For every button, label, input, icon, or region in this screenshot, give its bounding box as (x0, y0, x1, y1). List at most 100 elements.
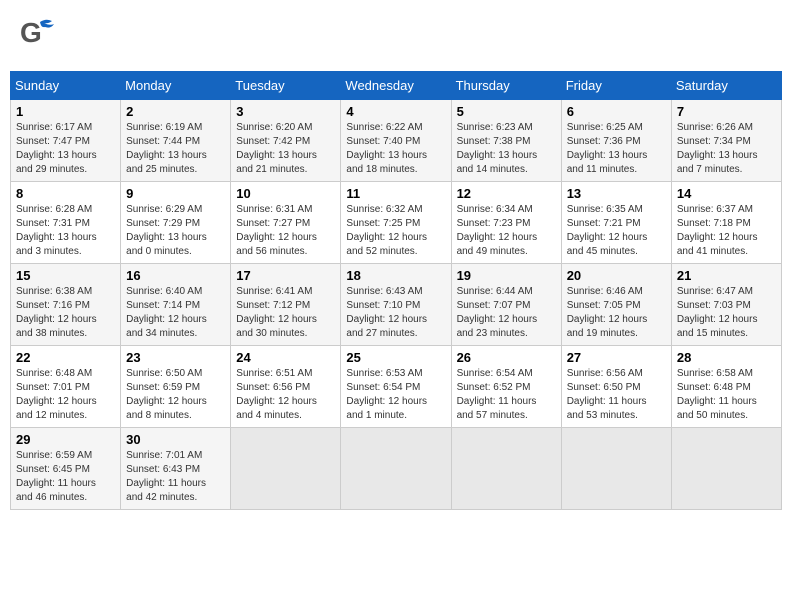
calendar-cell: 30 Sunrise: 7:01 AM Sunset: 6:43 PM Dayli… (121, 428, 231, 510)
weekday-header-wednesday: Wednesday (341, 72, 451, 100)
day-number: 25 (346, 350, 445, 365)
day-number: 18 (346, 268, 445, 283)
day-number: 2 (126, 104, 225, 119)
weekday-header-monday: Monday (121, 72, 231, 100)
day-info: Sunrise: 6:53 AM Sunset: 6:54 PM Dayligh… (346, 367, 445, 423)
day-info: Sunrise: 6:28 AM Sunset: 7:31 PM Dayligh… (16, 203, 115, 259)
weekday-header-thursday: Thursday (451, 72, 561, 100)
day-number: 5 (457, 104, 556, 119)
calendar-cell: 27 Sunrise: 6:56 AM Sunset: 6:50 PM Dayli… (561, 346, 671, 428)
day-number: 19 (457, 268, 556, 283)
calendar-cell: 8Sunrise: 6:28 AM Sunset: 7:31 PM Daylig… (11, 182, 121, 264)
calendar-cell: 10Sunrise: 6:31 AM Sunset: 7:27 PM Dayli… (231, 182, 341, 264)
weekday-header-friday: Friday (561, 72, 671, 100)
calendar-cell: 17 Sunrise: 6:41 AM Sunset: 7:12 PM Dayli… (231, 264, 341, 346)
weekday-header-row: SundayMondayTuesdayWednesdayThursdayFrid… (11, 72, 782, 100)
calendar-cell: 19 Sunrise: 6:44 AM Sunset: 7:07 PM Dayli… (451, 264, 561, 346)
day-info: Sunrise: 6:41 AM Sunset: 7:12 PM Dayligh… (236, 285, 335, 341)
day-info: Sunrise: 6:56 AM Sunset: 6:50 PM Dayligh… (567, 367, 666, 423)
calendar-cell: 9 Sunrise: 6:29 AM Sunset: 7:29 PM Daylig… (121, 182, 231, 264)
calendar-cell: 7Sunrise: 6:26 AM Sunset: 7:34 PM Daylig… (671, 100, 781, 182)
calendar-cell: 22 Sunrise: 6:48 AM Sunset: 7:01 PM Dayli… (11, 346, 121, 428)
day-info: Sunrise: 6:48 AM Sunset: 7:01 PM Dayligh… (16, 367, 115, 423)
calendar-cell: 20Sunrise: 6:46 AM Sunset: 7:05 PM Dayli… (561, 264, 671, 346)
calendar-week-row-1: 8Sunrise: 6:28 AM Sunset: 7:31 PM Daylig… (11, 182, 782, 264)
calendar-cell: 2 Sunrise: 6:19 AM Sunset: 7:44 PM Daylig… (121, 100, 231, 182)
day-info: Sunrise: 6:19 AM Sunset: 7:44 PM Dayligh… (126, 121, 225, 177)
day-number: 30 (126, 432, 225, 447)
calendar-cell: 1 Sunrise: 6:17 AM Sunset: 7:47 PM Daylig… (11, 100, 121, 182)
day-number: 28 (677, 350, 776, 365)
header: G (10, 10, 782, 63)
logo: G (18, 14, 62, 59)
calendar-cell: 18Sunrise: 6:43 AM Sunset: 7:10 PM Dayli… (341, 264, 451, 346)
day-info: Sunrise: 6:34 AM Sunset: 7:23 PM Dayligh… (457, 203, 556, 259)
calendar-cell: 28 Sunrise: 6:58 AM Sunset: 6:48 PM Dayli… (671, 346, 781, 428)
day-info: Sunrise: 6:17 AM Sunset: 7:47 PM Dayligh… (16, 121, 115, 177)
calendar-week-row-4: 29Sunrise: 6:59 AM Sunset: 6:45 PM Dayli… (11, 428, 782, 510)
day-info: Sunrise: 6:44 AM Sunset: 7:07 PM Dayligh… (457, 285, 556, 341)
day-info: Sunrise: 6:37 AM Sunset: 7:18 PM Dayligh… (677, 203, 776, 259)
day-number: 11 (346, 186, 445, 201)
calendar-table: SundayMondayTuesdayWednesdayThursdayFrid… (10, 71, 782, 510)
day-number: 9 (126, 186, 225, 201)
day-info: Sunrise: 7:01 AM Sunset: 6:43 PM Dayligh… (126, 449, 225, 505)
calendar-cell: 16 Sunrise: 6:40 AM Sunset: 7:14 PM Dayli… (121, 264, 231, 346)
day-number: 12 (457, 186, 556, 201)
day-number: 29 (16, 432, 115, 447)
day-info: Sunrise: 6:40 AM Sunset: 7:14 PM Dayligh… (126, 285, 225, 341)
calendar-cell: 5 Sunrise: 6:23 AM Sunset: 7:38 PM Daylig… (451, 100, 561, 182)
calendar-cell: 12 Sunrise: 6:34 AM Sunset: 7:23 PM Dayli… (451, 182, 561, 264)
day-info: Sunrise: 6:26 AM Sunset: 7:34 PM Dayligh… (677, 121, 776, 177)
calendar-week-row-2: 15 Sunrise: 6:38 AM Sunset: 7:16 PM Dayli… (11, 264, 782, 346)
day-number: 4 (346, 104, 445, 119)
calendar-cell: 13 Sunrise: 6:35 AM Sunset: 7:21 PM Dayli… (561, 182, 671, 264)
day-number: 14 (677, 186, 776, 201)
calendar-week-row-0: 1 Sunrise: 6:17 AM Sunset: 7:47 PM Daylig… (11, 100, 782, 182)
day-info: Sunrise: 6:20 AM Sunset: 7:42 PM Dayligh… (236, 121, 335, 177)
calendar-cell: 23Sunrise: 6:50 AM Sunset: 6:59 PM Dayli… (121, 346, 231, 428)
calendar-cell: 11 Sunrise: 6:32 AM Sunset: 7:25 PM Dayli… (341, 182, 451, 264)
day-number: 3 (236, 104, 335, 119)
calendar-cell: 21Sunrise: 6:47 AM Sunset: 7:03 PM Dayli… (671, 264, 781, 346)
day-info: Sunrise: 6:29 AM Sunset: 7:29 PM Dayligh… (126, 203, 225, 259)
day-number: 16 (126, 268, 225, 283)
logo-icon: G (18, 14, 58, 59)
day-number: 24 (236, 350, 335, 365)
calendar-cell: 26 Sunrise: 6:54 AM Sunset: 6:52 PM Dayli… (451, 346, 561, 428)
day-number: 17 (236, 268, 335, 283)
calendar-cell (671, 428, 781, 510)
calendar-cell (231, 428, 341, 510)
day-info: Sunrise: 6:23 AM Sunset: 7:38 PM Dayligh… (457, 121, 556, 177)
day-info: Sunrise: 6:47 AM Sunset: 7:03 PM Dayligh… (677, 285, 776, 341)
day-number: 27 (567, 350, 666, 365)
day-info: Sunrise: 6:54 AM Sunset: 6:52 PM Dayligh… (457, 367, 556, 423)
calendar-cell: 3 Sunrise: 6:20 AM Sunset: 7:42 PM Daylig… (231, 100, 341, 182)
day-info: Sunrise: 6:58 AM Sunset: 6:48 PM Dayligh… (677, 367, 776, 423)
calendar-cell: 25 Sunrise: 6:53 AM Sunset: 6:54 PM Dayli… (341, 346, 451, 428)
weekday-header-tuesday: Tuesday (231, 72, 341, 100)
calendar-cell: 24 Sunrise: 6:51 AM Sunset: 6:56 PM Dayli… (231, 346, 341, 428)
day-info: Sunrise: 6:51 AM Sunset: 6:56 PM Dayligh… (236, 367, 335, 423)
calendar-cell (451, 428, 561, 510)
calendar-cell (341, 428, 451, 510)
day-number: 26 (457, 350, 556, 365)
day-number: 13 (567, 186, 666, 201)
day-number: 1 (16, 104, 115, 119)
day-number: 6 (567, 104, 666, 119)
day-info: Sunrise: 6:32 AM Sunset: 7:25 PM Dayligh… (346, 203, 445, 259)
svg-text:G: G (20, 17, 42, 48)
day-info: Sunrise: 6:25 AM Sunset: 7:36 PM Dayligh… (567, 121, 666, 177)
calendar-cell: 4Sunrise: 6:22 AM Sunset: 7:40 PM Daylig… (341, 100, 451, 182)
calendar-cell: 6 Sunrise: 6:25 AM Sunset: 7:36 PM Daylig… (561, 100, 671, 182)
day-number: 22 (16, 350, 115, 365)
day-info: Sunrise: 6:46 AM Sunset: 7:05 PM Dayligh… (567, 285, 666, 341)
day-info: Sunrise: 6:38 AM Sunset: 7:16 PM Dayligh… (16, 285, 115, 341)
day-info: Sunrise: 6:35 AM Sunset: 7:21 PM Dayligh… (567, 203, 666, 259)
calendar-week-row-3: 22 Sunrise: 6:48 AM Sunset: 7:01 PM Dayli… (11, 346, 782, 428)
weekday-header-sunday: Sunday (11, 72, 121, 100)
calendar-cell: 15 Sunrise: 6:38 AM Sunset: 7:16 PM Dayli… (11, 264, 121, 346)
day-number: 23 (126, 350, 225, 365)
day-number: 15 (16, 268, 115, 283)
calendar-cell (561, 428, 671, 510)
